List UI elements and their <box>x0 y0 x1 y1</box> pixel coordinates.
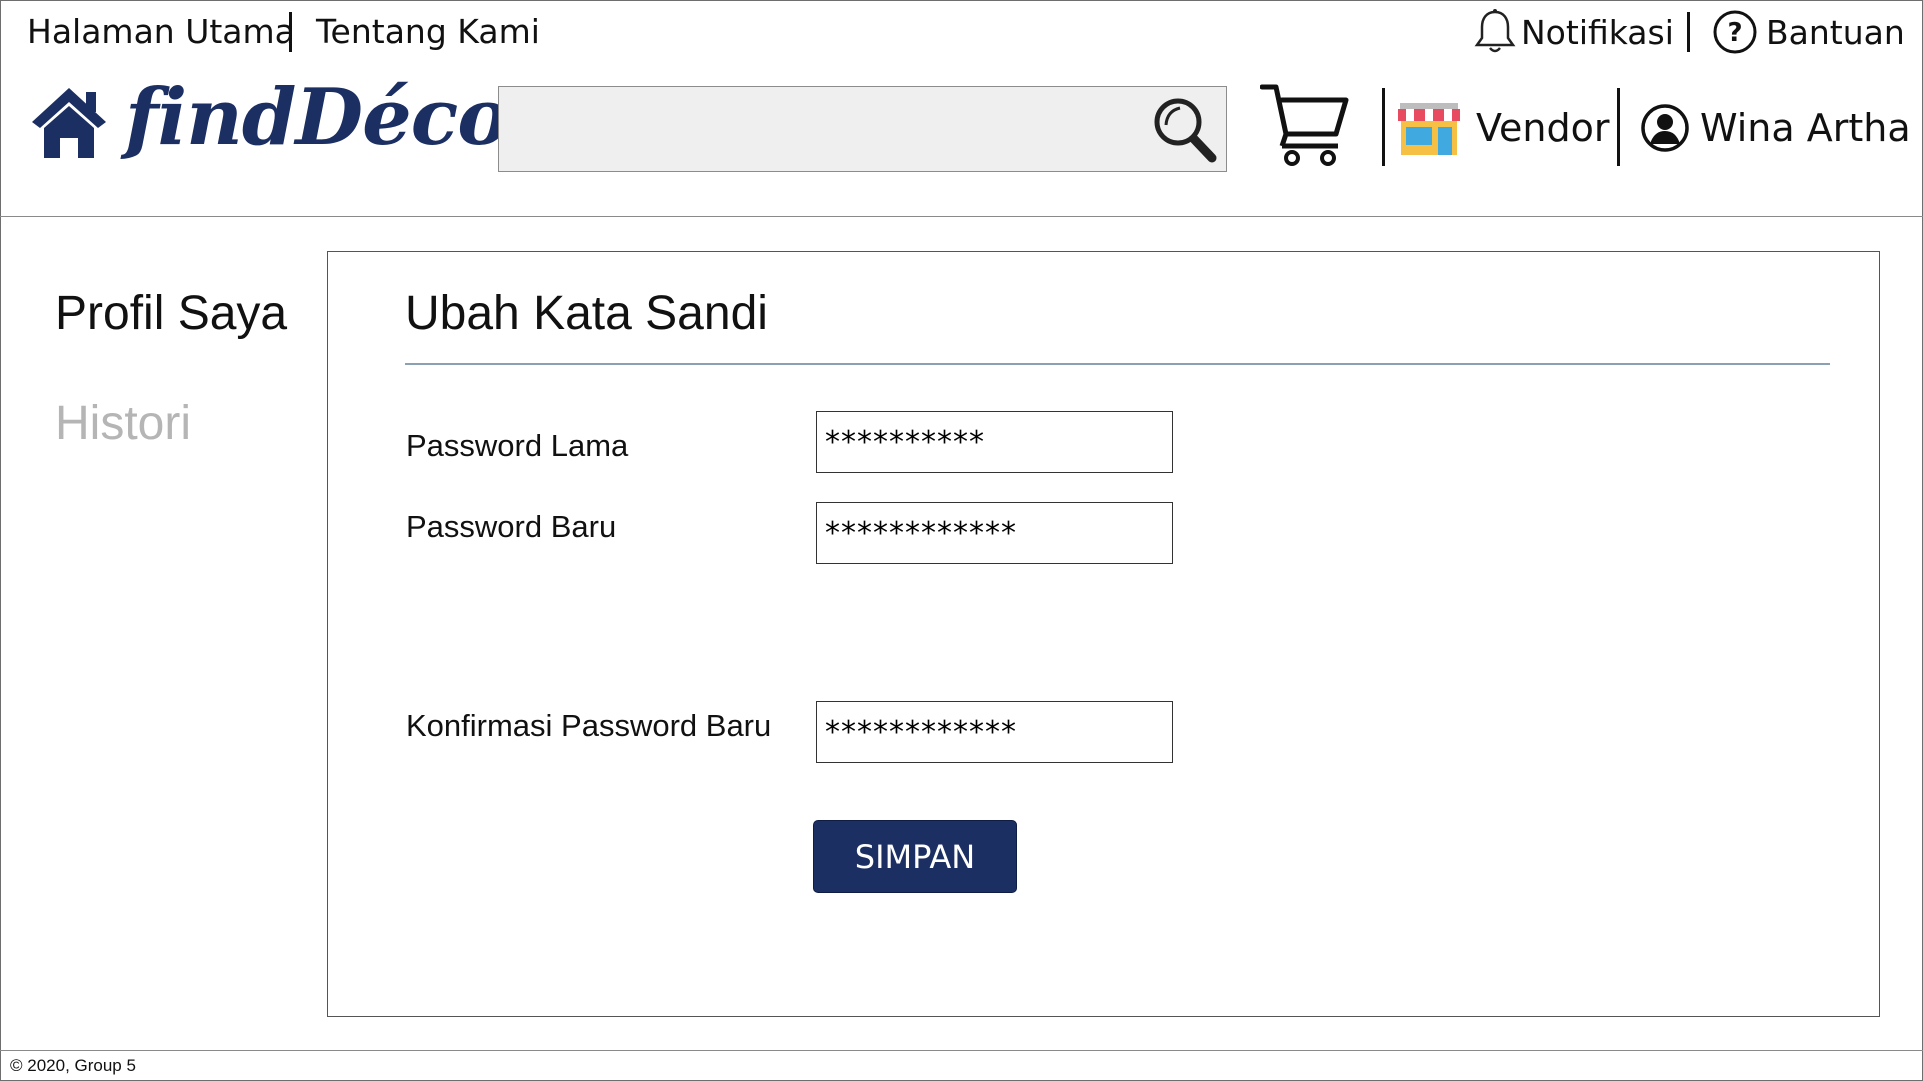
nav-link-about[interactable]: Tentang Kami <box>316 12 540 51</box>
header: Halaman Utama Tentang Kami Notifikasi ? … <box>0 0 1923 217</box>
old-password-label: Password Lama <box>406 428 629 463</box>
divider <box>1382 88 1385 166</box>
divider <box>1617 88 1620 166</box>
confirm-password-label: Konfirmasi Password Baru <box>406 708 772 743</box>
confirm-password-field[interactable] <box>816 701 1173 763</box>
vendor-link[interactable]: Vendor <box>1396 96 1610 160</box>
divider <box>289 12 292 52</box>
title-divider <box>405 363 1830 365</box>
user-name: Wina Artha <box>1700 106 1911 150</box>
sidebar-item-history[interactable]: Histori <box>55 396 191 451</box>
cart-icon[interactable] <box>1259 82 1350 168</box>
user-icon <box>1640 103 1690 153</box>
page-title: Ubah Kata Sandi <box>405 287 768 340</box>
divider <box>1687 12 1690 52</box>
footer: © 2020, Group 5 <box>0 1050 1923 1081</box>
svg-text:?: ? <box>1727 18 1742 48</box>
notifications-button[interactable]: Notifikasi <box>1473 8 1674 56</box>
help-icon: ? <box>1712 9 1758 55</box>
notifications-label: Notifikasi <box>1521 12 1674 52</box>
search-bar <box>498 86 1227 172</box>
change-password-panel <box>327 251 1880 1017</box>
help-label: Bantuan <box>1766 12 1905 52</box>
search-icon[interactable] <box>1152 95 1220 165</box>
vendor-label: Vendor <box>1476 106 1610 150</box>
new-password-label: Password Baru <box>406 509 617 544</box>
logo-home-link[interactable] <box>28 78 110 168</box>
new-password-field[interactable] <box>816 502 1173 564</box>
copyright-text: © 2020, Group 5 <box>10 1056 136 1075</box>
store-icon <box>1396 97 1462 159</box>
old-password-field[interactable] <box>816 411 1173 473</box>
logo-text: findDécor <box>125 72 549 163</box>
home-icon <box>28 84 110 162</box>
nav-link-home[interactable]: Halaman Utama <box>27 12 295 51</box>
bell-icon <box>1473 8 1517 56</box>
sidebar-item-profile[interactable]: Profil Saya <box>55 286 287 341</box>
help-button[interactable]: ? Bantuan <box>1712 8 1905 56</box>
user-profile-link[interactable]: Wina Artha <box>1640 96 1911 160</box>
save-button[interactable]: SIMPAN <box>813 820 1017 893</box>
search-input[interactable] <box>499 87 1139 171</box>
